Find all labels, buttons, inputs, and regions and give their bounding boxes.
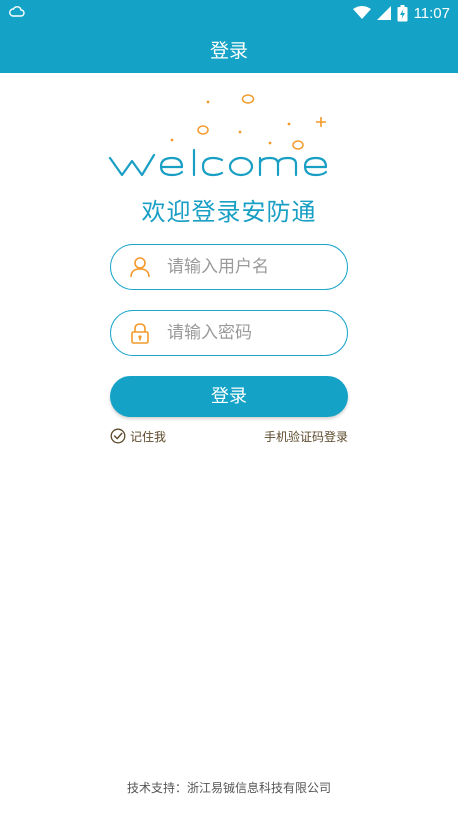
welcome-slogan: 欢迎登录安防通	[141, 198, 317, 226]
sms-login-link[interactable]: 手机验证码登录	[264, 428, 348, 445]
clock: 11:07	[413, 4, 450, 22]
lock-icon	[131, 323, 149, 344]
login-button[interactable]: 登录	[110, 376, 348, 417]
remember-me-label: 记住我	[130, 429, 167, 444]
app-bar: 登录	[0, 25, 458, 73]
footer-credit: 技术支持：浙江易铖信息科技有限公司	[126, 781, 331, 795]
remember-me-toggle[interactable]: 记住我	[110, 427, 166, 445]
user-icon	[130, 257, 150, 278]
battery-charging-icon	[397, 4, 408, 21]
password-input[interactable]	[167, 311, 337, 355]
username-field[interactable]	[110, 244, 348, 290]
page-title: 登录	[209, 39, 248, 62]
status-icons: 11:07	[352, 3, 450, 23]
status-bar: 11:07	[0, 0, 458, 25]
password-field[interactable]	[110, 310, 348, 356]
wifi-icon	[352, 6, 371, 19]
signal-icon	[376, 6, 391, 20]
cloud-icon	[9, 6, 25, 17]
check-circle-icon	[110, 428, 126, 444]
welcome-logo	[108, 94, 328, 177]
username-input[interactable]	[167, 245, 337, 289]
